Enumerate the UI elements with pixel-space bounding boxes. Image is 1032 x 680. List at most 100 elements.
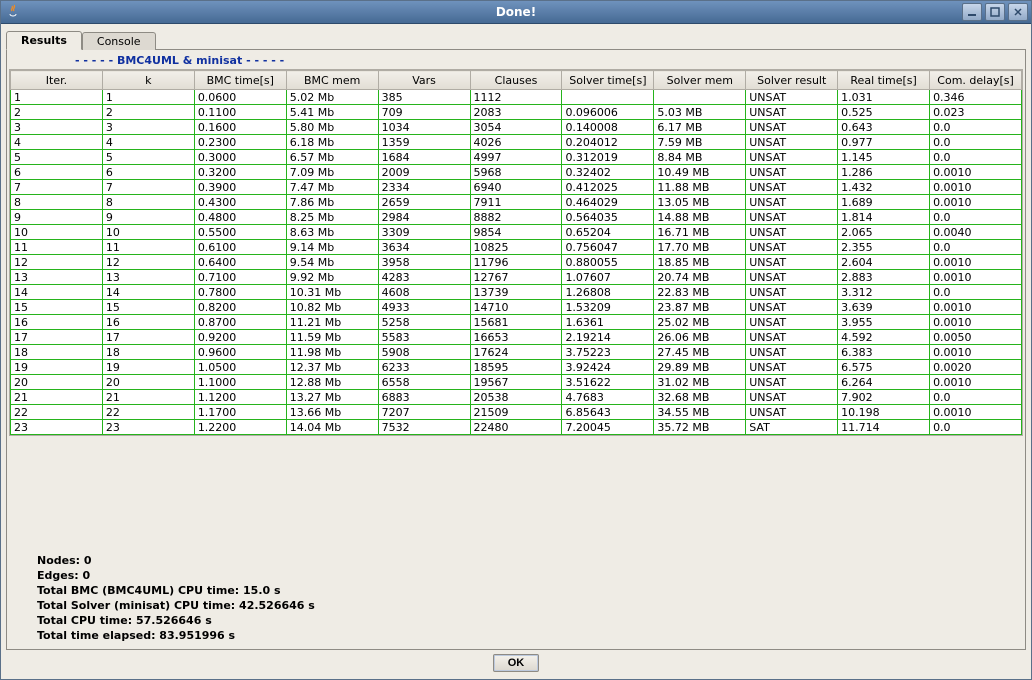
table-cell: 7911 [470, 195, 562, 210]
table-cell: 21509 [470, 405, 562, 420]
table-cell: 12.88 Mb [286, 375, 378, 390]
table-cell: 0.0010 [930, 315, 1022, 330]
table-cell: 0.312019 [562, 150, 654, 165]
table-cell: UNSAT [746, 210, 838, 225]
table-cell: 0.0020 [930, 360, 1022, 375]
table-cell: 22.83 MB [654, 285, 746, 300]
table-row[interactable]: 21211.120013.27 Mb6883205384.768332.68 M… [11, 390, 1022, 405]
table-cell: 3 [102, 120, 194, 135]
table-header-row: Iter.kBMC time[s]BMC memVarsClausesSolve… [11, 71, 1022, 90]
table-cell: UNSAT [746, 225, 838, 240]
table-row[interactable]: 660.32007.09 Mb200959680.3240210.49 MBUN… [11, 165, 1022, 180]
table-cell: 0.8200 [194, 300, 286, 315]
table-cell: 2 [11, 105, 103, 120]
col-header[interactable]: Solver mem [654, 71, 746, 90]
title-bar[interactable]: Done! [1, 1, 1031, 24]
table-cell: 1359 [378, 135, 470, 150]
table-cell: 0.0010 [930, 180, 1022, 195]
col-header[interactable]: Vars [378, 71, 470, 90]
col-header[interactable]: Iter. [11, 71, 103, 90]
col-header[interactable]: Solver result [746, 71, 838, 90]
table-row[interactable]: 18180.960011.98 Mb5908176243.7522327.45 … [11, 345, 1022, 360]
table-cell: 21 [11, 390, 103, 405]
table-cell: 20538 [470, 390, 562, 405]
col-header[interactable]: k [102, 71, 194, 90]
table-cell: 10.49 MB [654, 165, 746, 180]
table-cell: UNSAT [746, 360, 838, 375]
table-row[interactable]: 770.39007.47 Mb233469400.41202511.88 MBU… [11, 180, 1022, 195]
col-header[interactable]: Com. delay[s] [930, 71, 1022, 90]
table-row[interactable]: 13130.71009.92 Mb4283127671.0760720.74 M… [11, 270, 1022, 285]
table-cell: 3.75223 [562, 345, 654, 360]
table-row[interactable]: 14140.780010.31 Mb4608137391.2680822.83 … [11, 285, 1022, 300]
table-cell: 18.85 MB [654, 255, 746, 270]
tab-console[interactable]: Console [82, 32, 156, 50]
col-header[interactable]: Solver time[s] [562, 71, 654, 90]
table-row[interactable]: 12120.64009.54 Mb3958117960.88005518.85 … [11, 255, 1022, 270]
table-cell: 23 [11, 420, 103, 435]
table-cell: 1034 [378, 120, 470, 135]
table-cell: 20 [102, 375, 194, 390]
table-cell: 5258 [378, 315, 470, 330]
table-cell: 0.7800 [194, 285, 286, 300]
table-cell: 0.0010 [930, 300, 1022, 315]
col-header[interactable]: Real time[s] [838, 71, 930, 90]
table-row[interactable]: 550.30006.57 Mb168449970.3120198.84 MBUN… [11, 150, 1022, 165]
table-row[interactable]: 11110.61009.14 Mb3634108250.75604717.70 … [11, 240, 1022, 255]
table-cell: 2984 [378, 210, 470, 225]
close-button[interactable] [1008, 3, 1028, 21]
table-row[interactable]: 330.16005.80 Mb103430540.1400086.17 MBUN… [11, 120, 1022, 135]
col-header[interactable]: BMC time[s] [194, 71, 286, 90]
table-cell: 0.564035 [562, 210, 654, 225]
table-row[interactable]: 17170.920011.59 Mb5583166532.1921426.06 … [11, 330, 1022, 345]
table-cell: 16 [102, 315, 194, 330]
table-cell: 21 [102, 390, 194, 405]
table-cell: 0.140008 [562, 120, 654, 135]
table-cell: 19567 [470, 375, 562, 390]
table-row[interactable]: 23231.220014.04 Mb7532224807.2004535.72 … [11, 420, 1022, 435]
ok-button[interactable]: OK [493, 654, 540, 672]
table-row[interactable]: 880.43007.86 Mb265979110.46402913.05 MBU… [11, 195, 1022, 210]
table-cell: 0.412025 [562, 180, 654, 195]
table-cell: 17624 [470, 345, 562, 360]
table-cell: 5.80 Mb [286, 120, 378, 135]
table-cell: 3 [11, 120, 103, 135]
table-cell: 1 [102, 90, 194, 105]
table-cell: UNSAT [746, 105, 838, 120]
table-cell: 2.883 [838, 270, 930, 285]
table-cell: 6558 [378, 375, 470, 390]
table-cell: UNSAT [746, 315, 838, 330]
table-row[interactable]: 990.48008.25 Mb298488820.56403514.88 MBU… [11, 210, 1022, 225]
table-cell: 9 [11, 210, 103, 225]
minimize-button[interactable] [962, 3, 982, 21]
table-cell: 20.74 MB [654, 270, 746, 285]
table-row[interactable]: 20201.100012.88 Mb6558195673.5162231.02 … [11, 375, 1022, 390]
table-cell: 2659 [378, 195, 470, 210]
table-cell: 0.0 [930, 150, 1022, 165]
table-cell: 1684 [378, 150, 470, 165]
tab-results[interactable]: Results [6, 31, 82, 50]
table-blank-area [9, 436, 1023, 547]
table-row[interactable]: 10100.55008.63 Mb330998540.6520416.71 MB… [11, 225, 1022, 240]
table-row[interactable]: 22221.170013.66 Mb7207215096.8564334.55 … [11, 405, 1022, 420]
table-cell: 0.2300 [194, 135, 286, 150]
table-cell: 0.0010 [930, 165, 1022, 180]
table-cell: 4 [11, 135, 103, 150]
table-cell: 7 [102, 180, 194, 195]
table-cell: 29.89 MB [654, 360, 746, 375]
col-header[interactable]: BMC mem [286, 71, 378, 90]
table-cell: 11.88 MB [654, 180, 746, 195]
maximize-button[interactable] [985, 3, 1005, 21]
table-row[interactable]: 16160.870011.21 Mb5258156811.636125.02 M… [11, 315, 1022, 330]
table-row[interactable]: 440.23006.18 Mb135940260.2040127.59 MBUN… [11, 135, 1022, 150]
table-row[interactable]: 220.11005.41 Mb70920830.0960065.03 MBUNS… [11, 105, 1022, 120]
table-cell: 35.72 MB [654, 420, 746, 435]
table-cell: 4933 [378, 300, 470, 315]
table-row[interactable]: 110.06005.02 Mb3851112UNSAT1.0310.346 [11, 90, 1022, 105]
table-cell [654, 90, 746, 105]
table-row[interactable]: 15150.820010.82 Mb4933147101.5320923.87 … [11, 300, 1022, 315]
table-cell: 0.6100 [194, 240, 286, 255]
table-cell: 0.0 [930, 210, 1022, 225]
table-row[interactable]: 19191.050012.37 Mb6233185953.9242429.89 … [11, 360, 1022, 375]
col-header[interactable]: Clauses [470, 71, 562, 90]
